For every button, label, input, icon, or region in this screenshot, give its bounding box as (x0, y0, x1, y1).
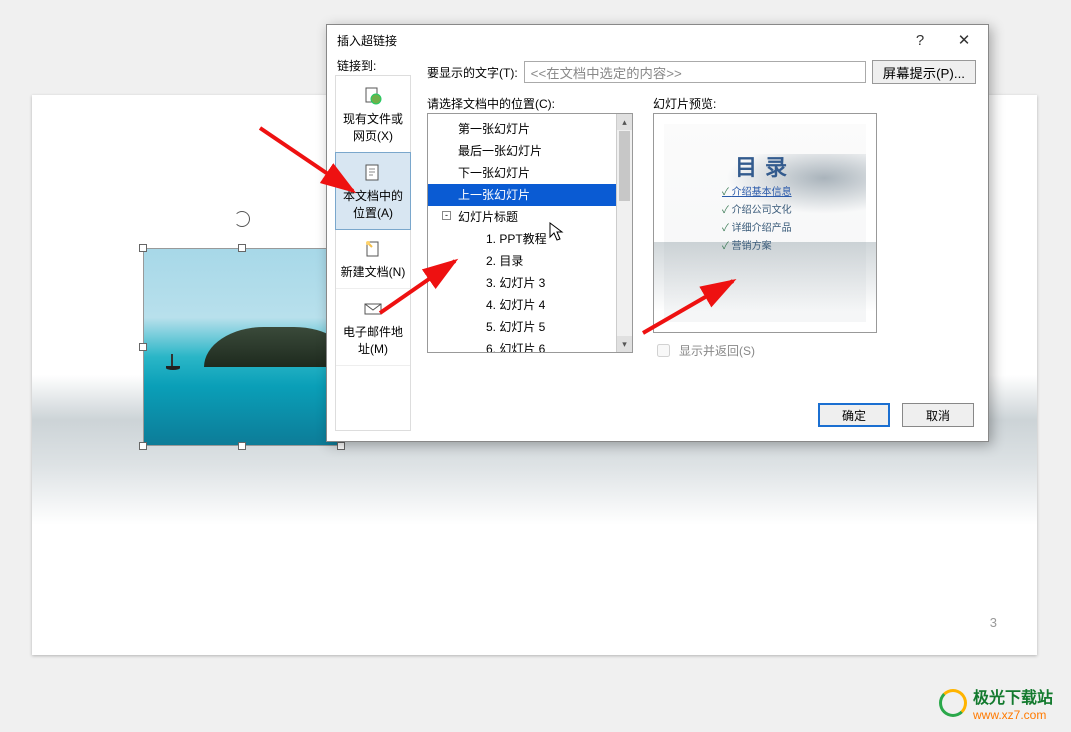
tree-item-slide-titles[interactable]: - 幻灯片标题 (428, 206, 632, 228)
link-to-label: 链接到: (337, 57, 376, 74)
preview-bullet: 详细介绍产品 (722, 220, 792, 238)
resize-handle[interactable] (139, 244, 147, 252)
watermark-name: 极光下载站 (973, 690, 1053, 707)
show-return-input (657, 344, 670, 357)
tree-item-slide[interactable]: 4. 幻灯片 4 (428, 294, 632, 316)
show-and-return-checkbox: 显示并返回(S) (653, 341, 755, 360)
display-text-input (524, 61, 866, 83)
link-to-email[interactable]: 电子邮件地址(M) (336, 289, 410, 366)
link-to-new-document[interactable]: 新建文档(N) (336, 229, 410, 289)
show-return-label: 显示并返回(S) (679, 342, 755, 359)
preview-bullets: 介绍基本信息 介绍公司文化 详细介绍产品 营销方案 (722, 184, 792, 256)
dialog-titlebar[interactable]: 插入超链接 ? ✕ (327, 25, 988, 57)
link-item-label: 新建文档(N) (341, 265, 406, 279)
tree-item-slide[interactable]: 3. 幻灯片 3 (428, 272, 632, 294)
page-globe-icon (363, 86, 383, 106)
tree-item-slide[interactable]: 5. 幻灯片 5 (428, 316, 632, 338)
cursor-icon (549, 222, 565, 247)
dialog-title: 插入超链接 (337, 25, 397, 57)
tree-item-slide[interactable]: 2. 目录 (428, 250, 632, 272)
cancel-button[interactable]: 取消 (902, 403, 974, 427)
collapse-icon[interactable]: - (442, 211, 451, 220)
scrollbar[interactable]: ▴ ▾ (616, 114, 632, 352)
tree-item-first-slide[interactable]: 第一张幻灯片 (428, 118, 632, 140)
slide-preview: 目录 介绍基本信息 介绍公司文化 详细介绍产品 营销方案 (653, 113, 877, 333)
envelope-icon (363, 299, 383, 319)
selected-image[interactable] (143, 248, 341, 446)
ok-button[interactable]: 确定 (818, 403, 890, 427)
close-button[interactable]: ✕ (950, 25, 978, 57)
location-tree[interactable]: 第一张幻灯片 最后一张幻灯片 下一张幻灯片 上一张幻灯片 - 幻灯片标题 1. … (427, 113, 633, 353)
tree-group-label: 幻灯片标题 (458, 210, 518, 224)
scroll-down-icon[interactable]: ▾ (617, 336, 632, 352)
tree-item-next-slide[interactable]: 下一张幻灯片 (428, 162, 632, 184)
preview-label: 幻灯片预览: (653, 95, 716, 112)
preview-bullet: 介绍公司文化 (722, 202, 792, 220)
preview-bullet: 介绍基本信息 (722, 184, 792, 202)
watermark-url: www.xz7.com (973, 708, 1053, 722)
preview-title: 目录 (664, 150, 866, 182)
link-item-label: 本文档中的位置(A) (343, 189, 403, 220)
page-target-icon (363, 163, 383, 183)
tree-item-slide[interactable]: 6. 幻灯片 6 (428, 338, 632, 353)
link-to-existing-file[interactable]: 现有文件或网页(X) (336, 76, 410, 153)
help-button[interactable]: ? (906, 25, 934, 57)
resize-handle[interactable] (337, 442, 345, 450)
link-to-sidebar: 现有文件或网页(X) 本文档中的位置(A) 新建文档(N) 电子邮件地址(M) (335, 75, 411, 431)
image-content-boat (166, 354, 180, 370)
tree-item-prev-slide[interactable]: 上一张幻灯片 (428, 184, 632, 206)
resize-handle[interactable] (238, 442, 246, 450)
rotate-handle-icon[interactable] (234, 211, 250, 227)
scroll-up-icon[interactable]: ▴ (617, 114, 632, 130)
screen-tip-button[interactable]: 屏幕提示(P)... (872, 60, 976, 84)
watermark: 极光下载站 www.xz7.com (939, 684, 1053, 722)
insert-hyperlink-dialog: 插入超链接 ? ✕ 链接到: 现有文件或网页(X) 本文档中的位置(A) 新建文… (326, 24, 989, 442)
resize-handle[interactable] (238, 244, 246, 252)
tree-item-slide[interactable]: 1. PPT教程 (428, 228, 632, 250)
link-item-label: 电子邮件地址(M) (343, 325, 403, 356)
new-page-icon (363, 239, 383, 259)
location-label: 请选择文档中的位置(C): (427, 95, 555, 112)
resize-handle[interactable] (139, 442, 147, 450)
resize-handle[interactable] (139, 343, 147, 351)
link-item-label: 现有文件或网页(X) (343, 112, 403, 143)
display-text-label: 要显示的文字(T): (427, 64, 518, 81)
scroll-thumb[interactable] (619, 131, 630, 201)
tree-item-last-slide[interactable]: 最后一张幻灯片 (428, 140, 632, 162)
preview-bullet: 营销方案 (722, 238, 792, 256)
watermark-logo-icon (939, 689, 967, 717)
link-to-place-in-doc[interactable]: 本文档中的位置(A) (335, 152, 411, 230)
page-number: 3 (990, 615, 997, 630)
